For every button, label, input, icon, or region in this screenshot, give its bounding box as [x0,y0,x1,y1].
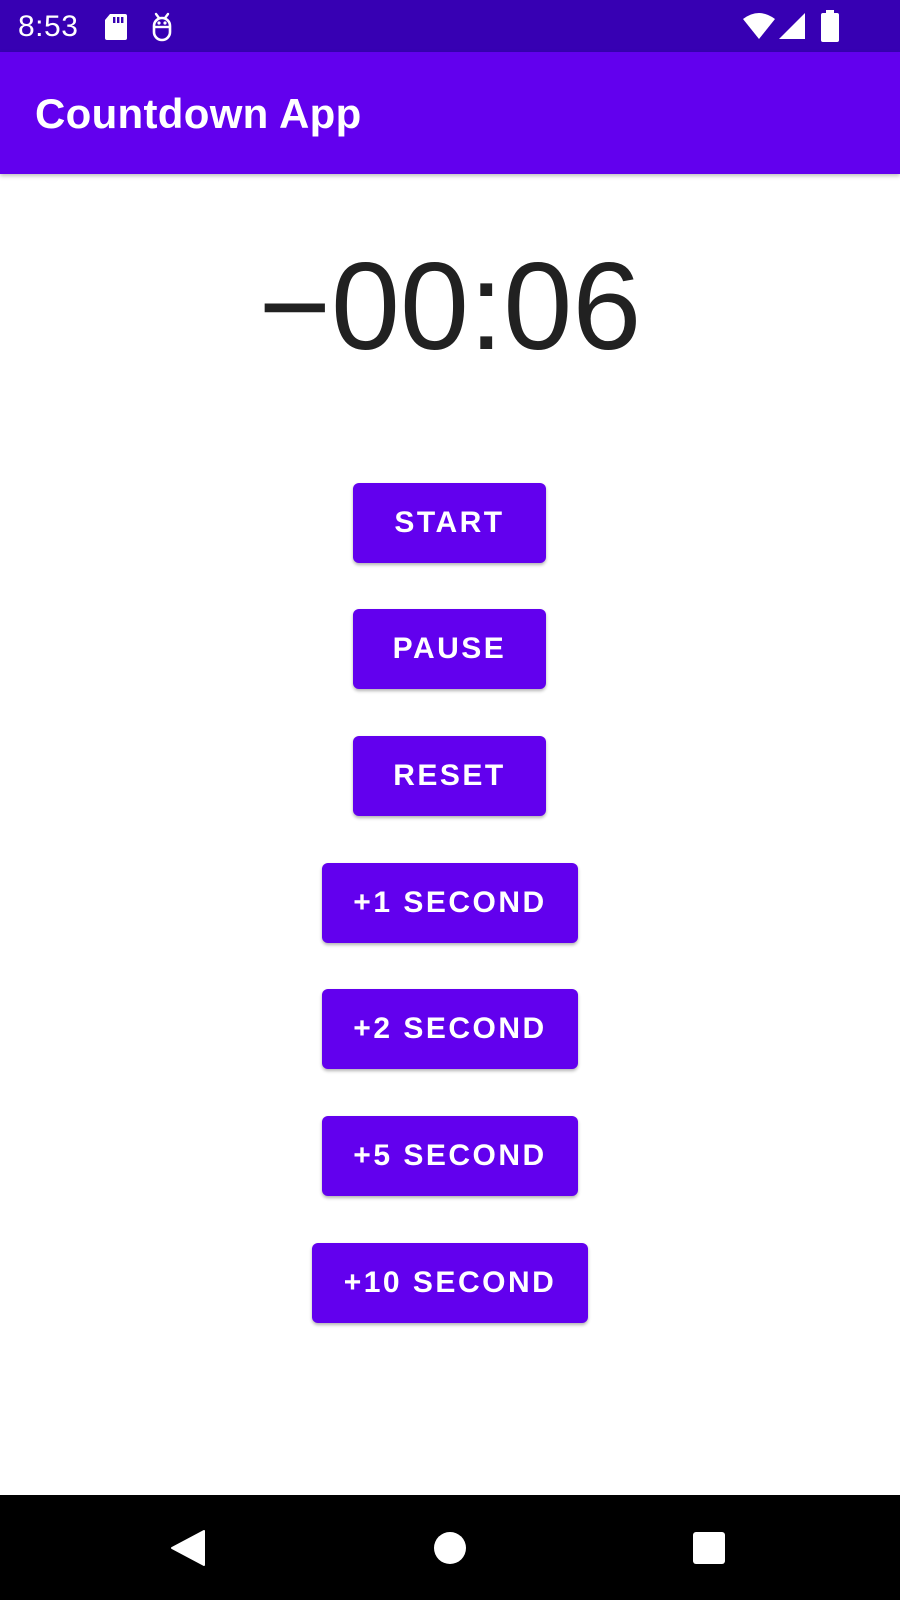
add-10-second-button[interactable]: +10 SECOND [312,1243,588,1323]
reset-button[interactable]: RESET [353,736,546,816]
add-1-second-button[interactable]: +1 SECOND [322,863,578,943]
sd-card-icon [104,13,128,46]
home-icon[interactable] [427,1525,473,1571]
countdown-display: −00:06 [258,238,642,376]
app-title: Countdown App [35,90,362,137]
wifi-icon [742,12,776,45]
screen: 8:53 Countdown App −00:06 START PAUSE RE… [0,0,900,1600]
back-icon[interactable] [164,1525,210,1571]
status-time: 8:53 [18,10,79,43]
battery-icon [821,10,839,47]
add-5-second-button[interactable]: +5 SECOND [322,1116,578,1196]
pause-button[interactable]: PAUSE [353,609,546,689]
recents-icon[interactable] [686,1525,732,1571]
status-bar: 8:53 [0,0,900,52]
cellular-signal-icon [778,12,806,45]
add-2-second-button[interactable]: +2 SECOND [322,989,578,1069]
navigation-bar [0,1495,900,1600]
start-button[interactable]: START [353,483,546,563]
android-debug-icon [150,12,174,47]
app-bar: Countdown App [0,52,900,174]
